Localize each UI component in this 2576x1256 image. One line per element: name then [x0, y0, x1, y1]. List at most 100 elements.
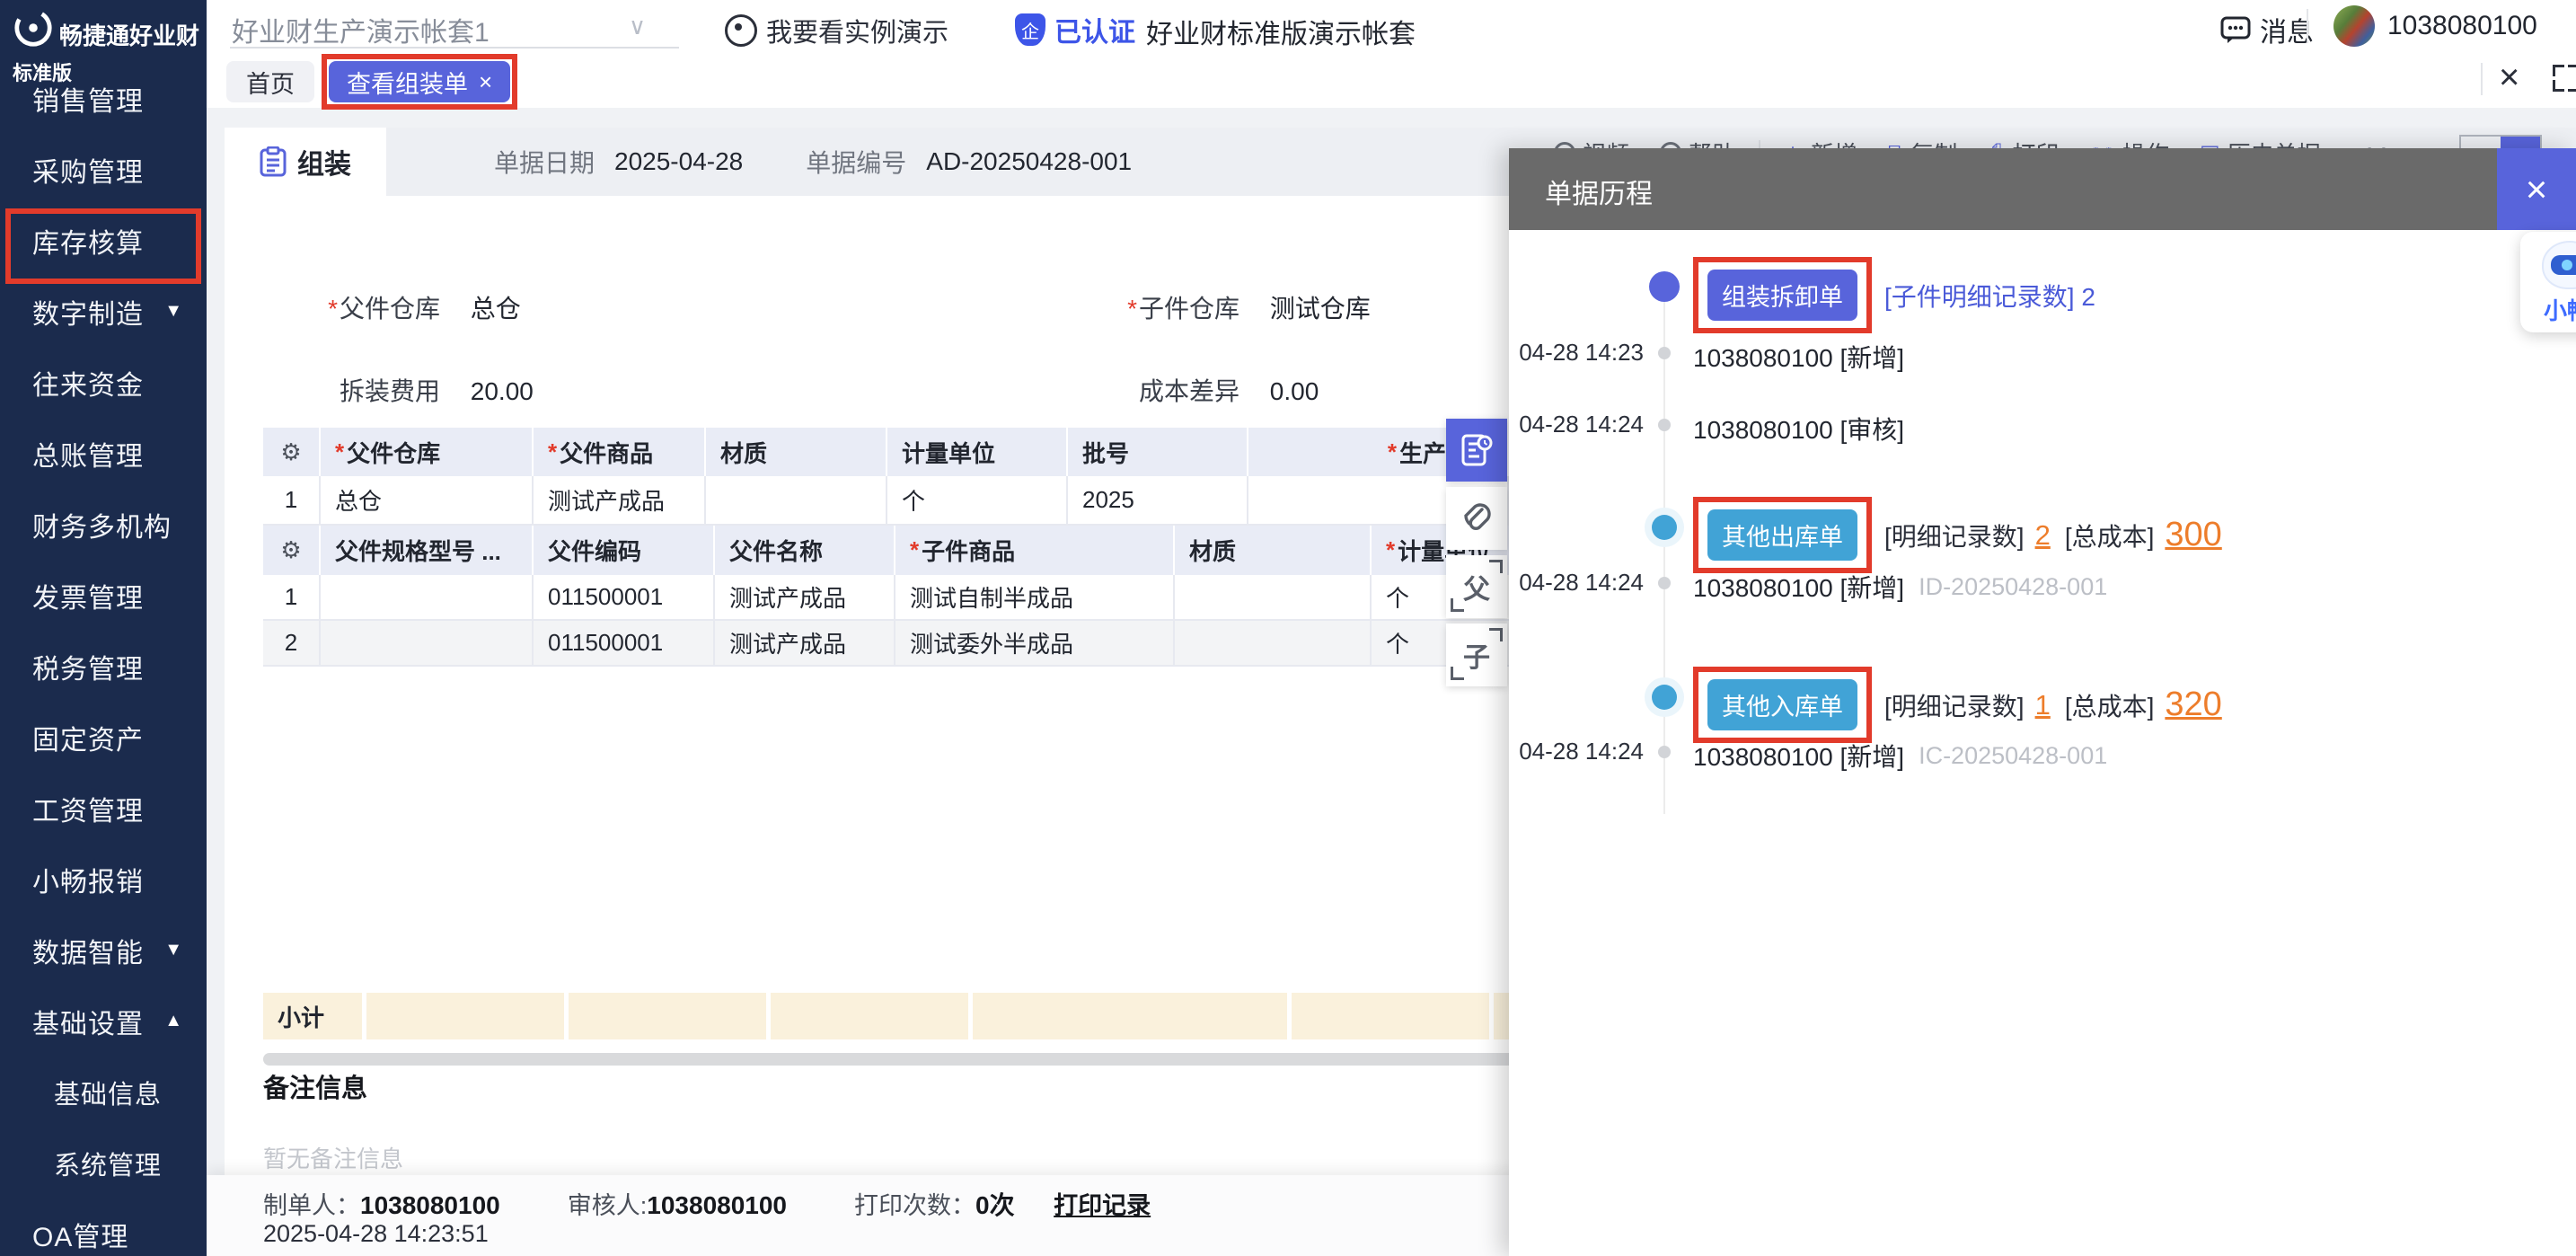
remark-placeholder: 暂无备注信息	[263, 1141, 403, 1174]
subtotal-cell	[569, 993, 766, 1039]
close-icon[interactable]: ×	[2499, 57, 2519, 98]
parent-table-header-row: ⚙*父件仓库*父件商品材质计量单位批号*生产数量	[263, 428, 1513, 476]
sidebar-item-label: 发票管理	[32, 576, 144, 615]
sidebar-item-1[interactable]: 采购管理	[0, 134, 207, 205]
demo-icon	[725, 14, 757, 47]
sidebar-item-3[interactable]: 数字制造▼	[0, 276, 207, 347]
column-settings-gear-icon[interactable]: ⚙	[263, 428, 321, 476]
annotation-box-badge: 其他入库单	[1693, 667, 1872, 743]
doc-history-button[interactable]	[1446, 419, 1507, 482]
child-table-cell: 测试自制半成品	[895, 575, 1175, 621]
maker-value: 1038080100	[360, 1191, 500, 1219]
doc-date-value: 2025-04-28	[614, 147, 743, 176]
sidebar-item-6[interactable]: 财务多机构	[0, 489, 207, 560]
sidebar-item-10[interactable]: 工资管理	[0, 773, 207, 844]
assistant-widget[interactable]: 小畅	[2520, 232, 2576, 332]
doc-type-badge[interactable]: 组装拆卸单	[1707, 270, 1857, 321]
sidebar-item-16[interactable]: OA管理	[0, 1199, 207, 1256]
tenant-name: 好业财标准版演示帐套	[1146, 12, 1416, 51]
parent-table-row[interactable]: 1总仓测试产成品个20251.00	[263, 476, 1513, 526]
child-table-cell: 测试委外半成品	[895, 621, 1175, 667]
timeline-event-text: 1038080100 [新增]	[1693, 738, 1904, 774]
field-cost-diff: 成本差异 0.00	[1078, 372, 1319, 408]
sidebar-item-label: 数字制造	[32, 292, 144, 332]
child-table-cell	[1175, 575, 1372, 621]
print-log-link[interactable]: 打印记录	[1054, 1192, 1151, 1219]
account-selector-underline	[230, 47, 679, 49]
panel-header: 单据历程 ×	[1509, 148, 2576, 230]
sidebar-item-15[interactable]: 系统管理	[0, 1128, 207, 1199]
floating-side-toolbar: 父 子	[1446, 419, 1507, 692]
required-asterisk: *	[1386, 536, 1395, 564]
timeline-meta[interactable]: 2	[2035, 519, 2051, 552]
sidebar-item-8[interactable]: 税务管理	[0, 631, 207, 702]
timeline-event-doc-no: ID-20250428-001	[1919, 573, 2107, 601]
col-header-label: 计量单位	[902, 436, 995, 469]
subtotal-cell	[366, 993, 564, 1039]
gear-icon: ⚙	[280, 536, 301, 564]
timeline-meta[interactable]: 300	[2165, 516, 2221, 554]
doc-history-panel: 单据历程 × 组装拆卸单[子件明细记录数] 204-28 14:23103808…	[1509, 148, 2576, 1256]
child-char-icon: 子	[1463, 635, 1490, 675]
doc-type-badge[interactable]: 其他出库单	[1707, 509, 1857, 561]
child-table-header-row: ⚙父件规格型号 ...父件编码父件名称*子件商品材质*计量单位	[263, 526, 1513, 575]
attachment-button[interactable]	[1446, 487, 1507, 550]
messages-button[interactable]: 消息	[2220, 10, 2314, 49]
clipboard-icon	[260, 146, 287, 177]
demo-example-link[interactable]: 我要看实例演示	[725, 12, 948, 49]
timeline-meta[interactable]: 320	[2165, 685, 2221, 724]
maker-label: 制单人：	[263, 1192, 360, 1219]
close-tab-icon[interactable]: ×	[479, 68, 492, 96]
required-asterisk: *	[1388, 438, 1397, 466]
sidebar-item-9[interactable]: 固定资产	[0, 702, 207, 773]
child-table-cell	[1175, 621, 1372, 667]
parent-item-table: ⚙*父件仓库*父件商品材质计量单位批号*生产数量1总仓测试产成品个20251.0…	[263, 428, 1513, 526]
sidebar-item-label: 系统管理	[54, 1145, 162, 1182]
avatar[interactable]	[2333, 5, 2375, 47]
certified-badge[interactable]: 企 已认证	[1015, 10, 1135, 49]
topbar: 好业财生产演示帐套1 ∨ 我要看实例演示 企 已认证 好业财标准版演示帐套 消息…	[207, 0, 2576, 52]
column-settings-gear-icon[interactable]: ⚙	[263, 526, 321, 575]
parent-char-icon: 父	[1463, 567, 1490, 606]
child-table-col-header: 父件名称	[715, 526, 895, 575]
child-table-row[interactable]: 2011500001测试产成品测试委外半成品个	[263, 621, 1513, 667]
panel-close-button[interactable]: ×	[2497, 148, 2576, 230]
sidebar-item-5[interactable]: 总账管理	[0, 418, 207, 489]
timeline-meta[interactable]: 1	[2035, 689, 2051, 721]
message-bubble-icon	[2220, 15, 2251, 44]
sidebar-item-7[interactable]: 发票管理	[0, 560, 207, 631]
sidebar-item-4[interactable]: 往来资金	[0, 347, 207, 418]
child-table-row[interactable]: 1011500001测试产成品测试自制半成品个	[263, 575, 1513, 621]
chevron-up-icon: ▲	[164, 1011, 183, 1031]
auditor-label: 审核人:	[568, 1192, 648, 1219]
fullscreen-icon[interactable]	[2553, 65, 2576, 92]
app-root: 畅捷通好业财 标准版 销售管理采购管理库存核算数字制造▼往来资金总账管理财务多机…	[0, 0, 2576, 1256]
sidebar-item-13[interactable]: 基础设置▲	[0, 986, 207, 1057]
sidebar-item-0[interactable]: 销售管理	[0, 63, 207, 134]
sidebar-item-11[interactable]: 小畅报销	[0, 844, 207, 915]
account-set-selector[interactable]: 好业财生产演示帐套1	[232, 10, 663, 49]
parent-table-cell: 2025	[1068, 476, 1248, 526]
timeline-group-dot	[1652, 685, 1677, 710]
tab-home[interactable]: 首页	[226, 61, 314, 102]
field-disassembly-fee: 拆装费用 20.00	[278, 372, 534, 408]
tab-view-assembly-order[interactable]: 查看组装单 ×	[329, 61, 510, 102]
col-header-label: 材质	[720, 436, 767, 469]
doc-no-label: 单据编号	[806, 144, 906, 180]
expand-child-button[interactable]: 子	[1446, 624, 1507, 686]
timeline-group-dot	[1649, 271, 1680, 302]
tab-assembly[interactable]: 组装	[225, 128, 386, 196]
user-id[interactable]: 1038080100	[2387, 11, 2537, 41]
sidebar-item-label: 总账管理	[32, 434, 144, 473]
doc-type-badge[interactable]: 其他入库单	[1707, 679, 1857, 730]
expand-parent-button[interactable]: 父	[1446, 555, 1507, 618]
timeline-event-dot	[1658, 347, 1671, 359]
brand-name: 畅捷通好业财	[59, 18, 199, 51]
timeline-event: 1038080100 [新增]	[1693, 339, 1919, 375]
timeline-group-2: 其他入库单[明细记录数]1[总成本]320	[1693, 667, 2236, 743]
sidebar-item-12[interactable]: 数据智能▼	[0, 915, 207, 986]
child-table-col-header: 材质	[1175, 526, 1372, 575]
sidebar-item-14[interactable]: 基础信息	[0, 1057, 207, 1128]
timeline-meta: [明细记录数]	[1884, 517, 2025, 553]
sidebar-item-label: 工资管理	[32, 789, 144, 828]
